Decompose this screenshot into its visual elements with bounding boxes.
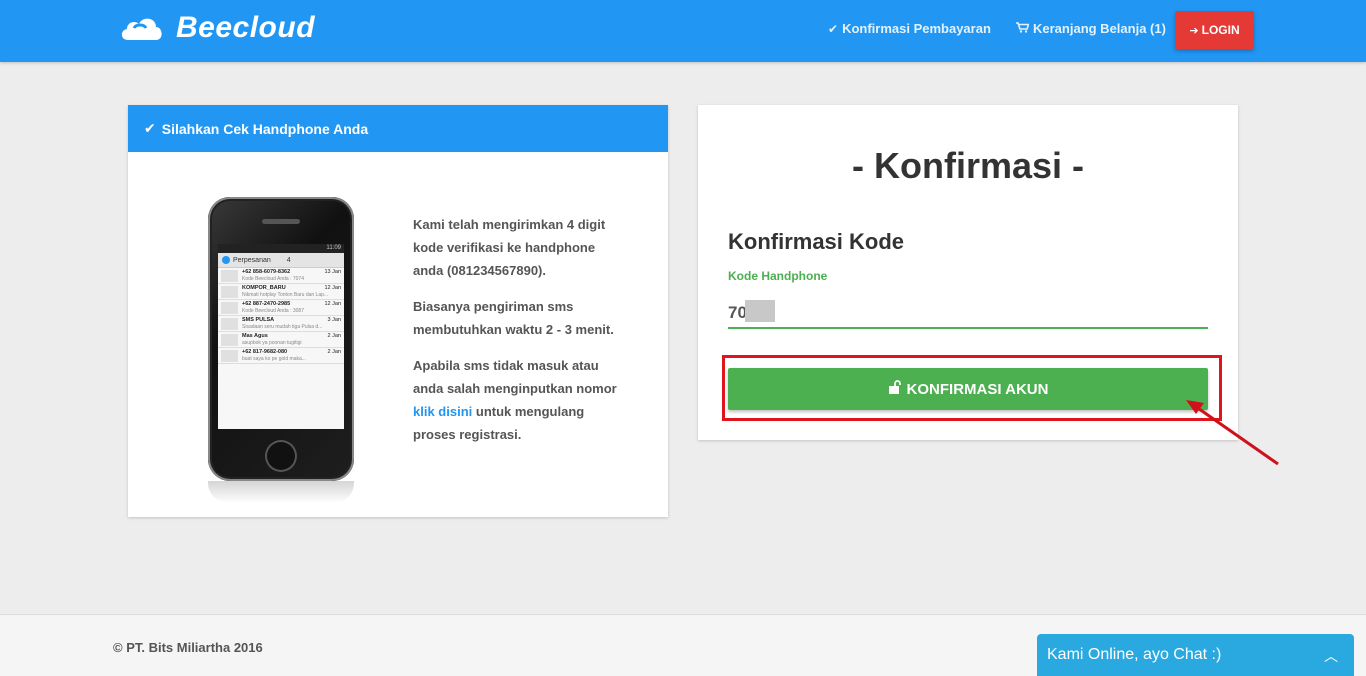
- phone-status-bar: 11:09: [218, 244, 344, 253]
- section-title: Konfirmasi Kode: [728, 229, 905, 254]
- app-title: Perpesanan: [233, 256, 271, 264]
- snippet: asupbok ya poonan tugitigi: [242, 340, 302, 346]
- nav-keranjang-belanja[interactable]: Keranjang Belanja (1): [1016, 21, 1166, 36]
- phone-screen: 11:09 Perpesanan 4 +62 858-6079-8362 13 …: [218, 244, 344, 429]
- snippet: Sisadaan seru mudah tiga Pulsa d...: [242, 324, 323, 330]
- info-paragraph: Kami telah mengirimkan 4 digit kode veri…: [413, 217, 606, 278]
- phone-illustration: 11:09 Perpesanan 4 +62 858-6079-8362 13 …: [208, 197, 354, 481]
- navbar: Beecloud ✔ Konfirmasi Pembayaran Keranja…: [0, 0, 1366, 62]
- sender: Mas Agus: [242, 333, 268, 339]
- avatar: [221, 302, 238, 314]
- date: 3 Jan: [327, 317, 341, 323]
- resend-text-before: Apabila sms tidak masuk atau anda salah …: [413, 358, 617, 396]
- sender: +62 887-2470-2985: [242, 301, 291, 307]
- chat-widget[interactable]: Kami Online, ayo Chat :) ︿: [1037, 634, 1354, 676]
- avatar: [221, 270, 238, 282]
- check-phone-card: ✔ Silahkan Cek Handphone Anda 11:09 Perp…: [128, 105, 668, 517]
- list-item: Mas Agus 2 Jan asupbok ya poonan tugitig…: [218, 332, 344, 348]
- check-icon: ✔: [144, 120, 156, 136]
- sender: KOMPOR_BARU: [242, 285, 286, 291]
- verification-info: Kami telah mengirimkan 4 digit kode veri…: [413, 213, 628, 459]
- date: 12 Jan: [324, 285, 341, 291]
- login-button[interactable]: ➔ LOGIN: [1175, 11, 1254, 49]
- avatar: [221, 334, 238, 346]
- nav-link-label: Keranjang Belanja (1): [1033, 21, 1166, 36]
- code-field-label: Kode Handphone: [728, 269, 828, 283]
- card-header: ✔ Silahkan Cek Handphone Anda: [128, 105, 668, 152]
- snippet: Nikmati hotplay Tonton Baru dan Lap...: [242, 292, 329, 298]
- sender: SMS PULSA: [242, 317, 275, 323]
- login-label: LOGIN: [1201, 23, 1240, 37]
- pointer-arrow-icon: [1186, 400, 1279, 466]
- copyright-text: © PT. Bits Miliartha 2016: [113, 640, 263, 655]
- sender: +62 817-9682-080: [242, 349, 288, 355]
- list-item: +62 887-2470-2985 12 Jan Kode Beecloud A…: [218, 300, 344, 316]
- phone-app-bar: Perpesanan 4: [218, 253, 344, 268]
- nav-link-label: Konfirmasi Pembayaran: [842, 21, 991, 36]
- highlight-box: [722, 355, 1222, 421]
- sign-in-icon: ➔: [1189, 24, 1199, 37]
- card-header-title: Silahkan Cek Handphone Anda: [161, 120, 369, 137]
- list-item: +62 858-6079-8362 13 Jan Kode Beecloud A…: [218, 268, 344, 284]
- date: 12 Jan: [324, 301, 341, 307]
- chevron-up-icon[interactable]: ︿: [1324, 646, 1338, 666]
- snippet: buat saya ko pe gold maka...: [242, 356, 306, 362]
- info-paragraph: Biasanya pengiriman sms membutuhkan wakt…: [413, 299, 614, 337]
- avatar: [221, 286, 238, 298]
- nav-konfirmasi-pembayaran[interactable]: ✔ Konfirmasi Pembayaran: [828, 21, 991, 36]
- redacted-code-mask: [745, 300, 775, 322]
- date: 13 Jan: [324, 269, 341, 275]
- phone-home-button: [265, 440, 297, 472]
- brand-name: Beecloud: [176, 11, 316, 44]
- phone-reflection: [208, 481, 354, 503]
- phone-speaker: [262, 219, 300, 224]
- check-icon: ✔: [828, 21, 839, 36]
- list-item: SMS PULSA 3 Jan Sisadaan seru mudah tiga…: [218, 316, 344, 332]
- brand-logo[interactable]: Beecloud: [118, 10, 315, 46]
- avatar: [221, 318, 238, 330]
- snippet: Kode Beecloud Anda : 7074: [242, 276, 304, 282]
- date: 2 Jan: [327, 349, 341, 355]
- message-count: 4: [286, 256, 291, 264]
- date: 2 Jan: [327, 333, 341, 339]
- app-icon: [222, 256, 230, 264]
- cart-icon: [1016, 21, 1030, 36]
- cloud-logo-icon: [118, 10, 166, 46]
- resend-link[interactable]: klik disini: [413, 404, 472, 419]
- code-input[interactable]: [728, 299, 1208, 329]
- chat-label: Kami Online, ayo Chat :): [1047, 646, 1222, 663]
- list-item: KOMPOR_BARU 12 Jan Nikmati hotplay Tonto…: [218, 284, 344, 300]
- info-paragraph-resend: Apabila sms tidak masuk atau anda salah …: [413, 354, 628, 446]
- page-title: - Konfirmasi -: [851, 145, 1084, 186]
- sender: +62 858-6079-8362: [242, 269, 291, 275]
- list-item: +62 817-9682-080 2 Jan buat saya ko pe g…: [218, 348, 344, 364]
- avatar: [221, 350, 238, 362]
- snippet: Kode Beecloud Anda : 3087: [242, 308, 304, 314]
